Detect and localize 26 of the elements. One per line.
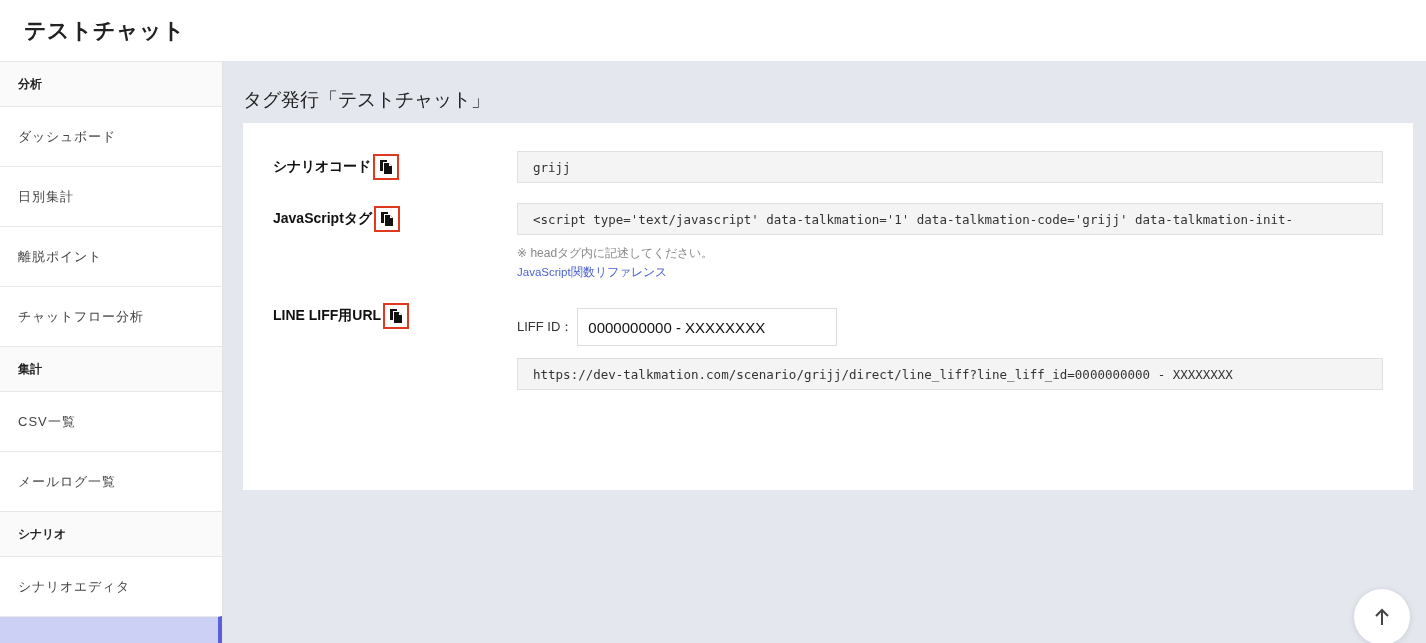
note-text: ※ headタグ内に記述してください。 [517, 245, 715, 262]
url-field: https://dev-talkmation.com/scenario/grijj/direct/line_liff?line_liff_id=0000000000 - XXXXXXXX [517, 358, 1383, 390]
app-title: テストチャット [24, 16, 185, 45]
section-heading: 分析 [0, 61, 222, 106]
copy-button[interactable] [373, 154, 399, 180]
reference-link[interactable]: JavaScript関数リファレンス [517, 265, 667, 280]
liff-id-input[interactable]: 0000000000 - XXXXXXXX [577, 308, 838, 346]
sidebar-item[interactable]: CSV一覧 [0, 391, 222, 451]
section-heading: シナリオ [0, 511, 222, 556]
sidebar-item[interactable]: 離脱ポイント [0, 226, 222, 286]
copy-button[interactable] [383, 303, 410, 329]
sidebar-item[interactable]: 日別集計 [0, 166, 222, 226]
input-label: LIFF ID： [517, 318, 574, 336]
copy-button[interactable] [373, 206, 400, 232]
copy-icon [380, 160, 392, 174]
copy-icon [390, 309, 403, 323]
code-field: <script type='text/javascript' data-talkmation='1' data-talkmation-code='grijj' data-talkmation-init- [517, 203, 1383, 235]
field-label: シナリオコード [273, 158, 371, 176]
sidebar-item[interactable]: ダッシュボード [0, 106, 222, 166]
field-label: LINE LIFF用URL [273, 307, 382, 325]
arrow-up-icon [1374, 608, 1390, 626]
page-title: タグ発行「テストチャット」 [243, 88, 491, 112]
code-field: grijj [517, 151, 1383, 183]
copy-icon [380, 212, 393, 226]
field-label: JavaScriptタグ [273, 210, 372, 228]
section-heading: 集計 [0, 346, 222, 391]
